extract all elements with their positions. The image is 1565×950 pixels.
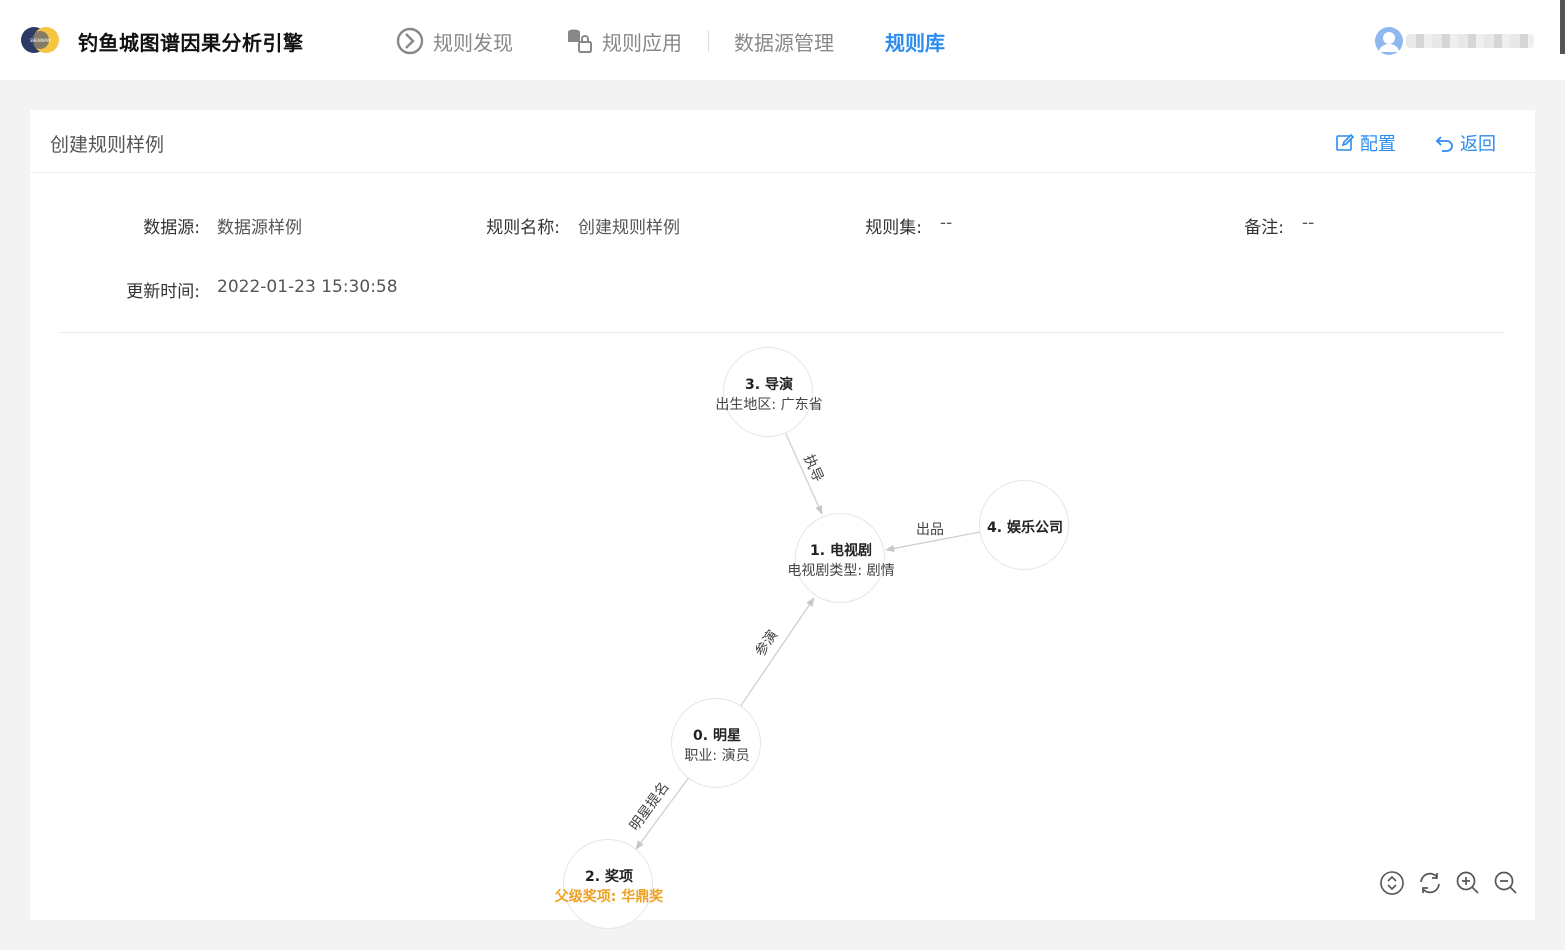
- zoom-in-icon[interactable]: [1455, 870, 1481, 896]
- app-title: 钓鱼城图谱因果分析引擎: [78, 31, 304, 55]
- nav-rule-library[interactable]: 规则库: [885, 26, 945, 56]
- node-title: 0. 明星: [693, 728, 741, 744]
- note-label: 备注:: [1244, 218, 1284, 238]
- scrollbar[interactable]: [1560, 0, 1565, 54]
- top-navbar: SHENWAN 钓鱼城图谱因果分析引擎 规则发现 规则应用 数据源管理 规则库: [0, 0, 1565, 80]
- nav-label: 规则库: [885, 30, 945, 55]
- edge-act-in[interactable]: [739, 597, 815, 708]
- graph-node[interactable]: 0. 明星 职业: 演员: [671, 698, 761, 788]
- node-attribute: 电视剧类型: 剧情: [787, 563, 895, 579]
- node-attribute: 出生地区: 广东省: [715, 397, 823, 413]
- graph-node[interactable]: 4. 娱乐公司: [979, 480, 1069, 570]
- nav-rule-application[interactable]: 规则应用: [564, 26, 682, 56]
- username-redacted: [1406, 34, 1534, 48]
- nav-label: 数据源管理: [734, 30, 834, 55]
- avatar: [1375, 27, 1403, 55]
- nav-rule-discovery[interactable]: 规则发现: [395, 26, 513, 56]
- edit-icon: [1336, 133, 1355, 151]
- edge-label: 明星提名: [626, 779, 673, 834]
- config-button[interactable]: 配置: [1335, 130, 1396, 156]
- play-circle-icon: [396, 27, 424, 55]
- graph-node[interactable]: 2. 奖项 父级奖项: 华鼎奖: [555, 839, 663, 929]
- app-logo[interactable]: SHENWAN: [20, 24, 60, 56]
- svg-text:SHENWAN: SHENWAN: [30, 38, 51, 43]
- config-label: 配置: [1360, 134, 1396, 155]
- undo-icon: [1435, 136, 1453, 152]
- nav-divider: [708, 30, 709, 52]
- fit-view-icon[interactable]: [1379, 870, 1405, 896]
- nav-label: 规则发现: [433, 30, 513, 55]
- rule-name-value: 创建规则样例: [578, 218, 680, 238]
- updated-value: 2022-01-23 15:30:58: [217, 277, 398, 297]
- zoom-out-icon[interactable]: [1493, 870, 1519, 896]
- node-title: 2. 奖项: [585, 869, 633, 885]
- refresh-icon[interactable]: [1417, 870, 1443, 896]
- rule-set-value: --: [940, 213, 953, 233]
- rule-detail-card: 创建规则样例 配置 返回 数据源: 数据源样例 规则名称: 创建规则样例 规则集…: [30, 110, 1535, 929]
- node-title: 4. 娱乐公司: [987, 520, 1063, 536]
- nav-datasource-management[interactable]: 数据源管理: [734, 26, 834, 56]
- back-label: 返回: [1460, 134, 1496, 155]
- rule-set-label: 规则集:: [865, 218, 922, 238]
- node-title: 3. 导演: [745, 377, 793, 393]
- datasource-label: 数据源:: [143, 218, 200, 238]
- card-header: 创建规则样例 配置 返回: [30, 110, 1535, 173]
- graph-node[interactable]: 1. 电视剧 电视剧类型: 剧情: [787, 513, 895, 603]
- user-menu[interactable]: [1374, 26, 1534, 56]
- node-attribute: 职业: 演员: [684, 748, 750, 764]
- datasource-value: 数据源样例: [217, 218, 302, 238]
- section-divider: [60, 332, 1504, 333]
- page-title: 创建规则样例: [50, 134, 165, 156]
- node-attribute: 父级奖项: 华鼎奖: [554, 889, 664, 905]
- updated-label: 更新时间:: [126, 282, 200, 302]
- note-value: --: [1302, 213, 1315, 233]
- node-title: 1. 电视剧: [810, 543, 872, 559]
- database-lock-icon: [568, 29, 592, 53]
- edge-label: 执导: [800, 452, 827, 485]
- rule-name-label: 规则名称:: [486, 218, 560, 238]
- back-button[interactable]: 返回: [1435, 130, 1496, 156]
- nav-label: 规则应用: [602, 30, 682, 55]
- graph-node[interactable]: 3. 导演 出生地区: 广东省: [715, 347, 823, 437]
- edge-label: 参演: [752, 627, 782, 660]
